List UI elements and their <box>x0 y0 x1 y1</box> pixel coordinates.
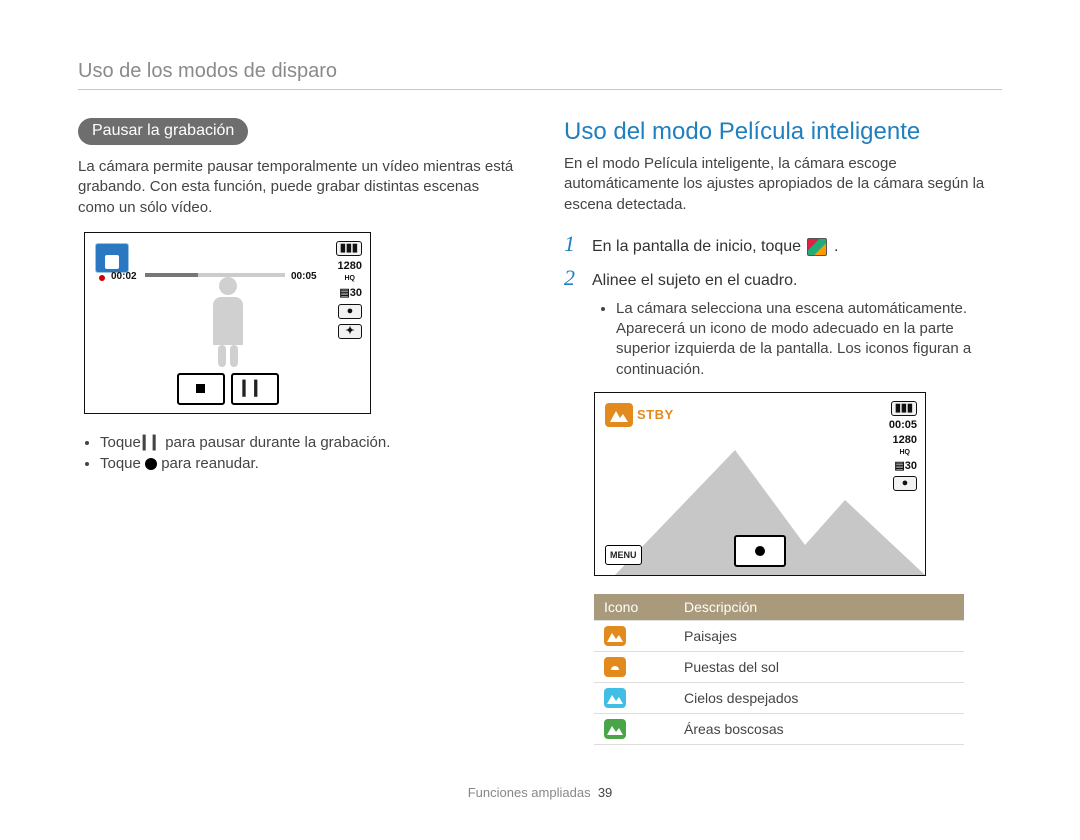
table-cell-desc: Cielos despejados <box>674 682 964 713</box>
landscape-icon <box>604 626 626 646</box>
table-row: Paisajes <box>594 620 964 651</box>
page-footer: Funciones ampliadas 39 <box>78 785 1002 800</box>
table-row: Áreas boscosas <box>594 713 964 744</box>
pause-button[interactable]: ▎▎ <box>231 373 279 405</box>
stabilizer-icon: ✦ <box>338 324 362 339</box>
right-title: Uso del modo Película inteligente <box>564 118 1002 146</box>
table-cell-desc: Áreas boscosas <box>674 713 964 744</box>
pause-icon: ▎▎ <box>145 436 161 450</box>
mic-icon: ● <box>338 304 362 319</box>
table-head-desc: Descripción <box>674 594 964 621</box>
rec-indicator-icon <box>99 275 105 281</box>
battery-icon: ▮▮▮ <box>336 241 362 256</box>
smart-movie-preview-screenshot: STBY ▮▮▮ 00:05 1280HQ ▤30 ● MENU <box>594 392 926 576</box>
right-column: Uso del modo Película inteligente En el … <box>564 118 1002 745</box>
fps-label: ▤30 <box>339 288 362 299</box>
step-sub-bullet: La cámara selecciona una escena automáti… <box>616 299 1002 380</box>
bullet-resume: Toque para reanudar. <box>100 455 516 472</box>
breadcrumb: Uso de los modos de disparo <box>78 60 1002 90</box>
stop-button[interactable] <box>177 373 225 405</box>
left-intro: La cámara permite pausar temporalmente u… <box>78 157 516 218</box>
record-button[interactable] <box>734 535 786 567</box>
scene-icon-table: Icono Descripción Paisajes <box>594 594 964 745</box>
recording-preview-screenshot: 00:02 00:05 ▮▮▮ 1280 HQ ▤30 ● ✦ <box>84 232 371 414</box>
clear-sky-icon <box>604 688 626 708</box>
elapsed-time-label: 00:02 <box>111 271 137 282</box>
table-cell-desc: Puestas del sol <box>674 651 964 682</box>
page-number: 39 <box>598 785 612 800</box>
step-number: 1 <box>564 231 582 257</box>
smart-movie-home-icon <box>807 238 827 256</box>
menu-button[interactable]: MENU <box>605 545 642 565</box>
total-time-label: 00:05 <box>291 271 317 282</box>
section-pill: Pausar la grabación <box>78 118 248 145</box>
step-number: 2 <box>564 265 582 291</box>
step-1: 1 En la pantalla de inicio, toque . <box>564 231 1002 257</box>
step-2: 2 Alinee el sujeto en el cuadro. <box>564 265 1002 291</box>
table-cell-desc: Paisajes <box>674 620 964 651</box>
subject-silhouette-icon <box>198 277 258 367</box>
resolution-label: 1280 HQ <box>338 261 362 283</box>
left-column: Pausar la grabación La cámara permite pa… <box>78 118 516 745</box>
stby-label: STBY <box>637 407 674 422</box>
right-intro: En el modo Película inteligente, la cáma… <box>564 154 1002 215</box>
footer-section: Funciones ampliadas <box>468 785 591 800</box>
table-head-icon: Icono <box>594 594 674 621</box>
forest-icon <box>604 719 626 739</box>
time-label: 00:05 <box>889 420 917 431</box>
sunset-icon <box>604 657 626 677</box>
table-row: Puestas del sol <box>594 651 964 682</box>
movie-mode-icon <box>95 243 129 273</box>
battery-icon: ▮▮▮ <box>891 401 917 416</box>
landscape-mode-icon <box>605 403 633 427</box>
bullet-pause: Toque ▎▎ para pausar durante la grabació… <box>100 434 516 451</box>
record-icon <box>145 458 157 470</box>
left-bullets: Toque ▎▎ para pausar durante la grabació… <box>78 434 516 472</box>
table-row: Cielos despejados <box>594 682 964 713</box>
